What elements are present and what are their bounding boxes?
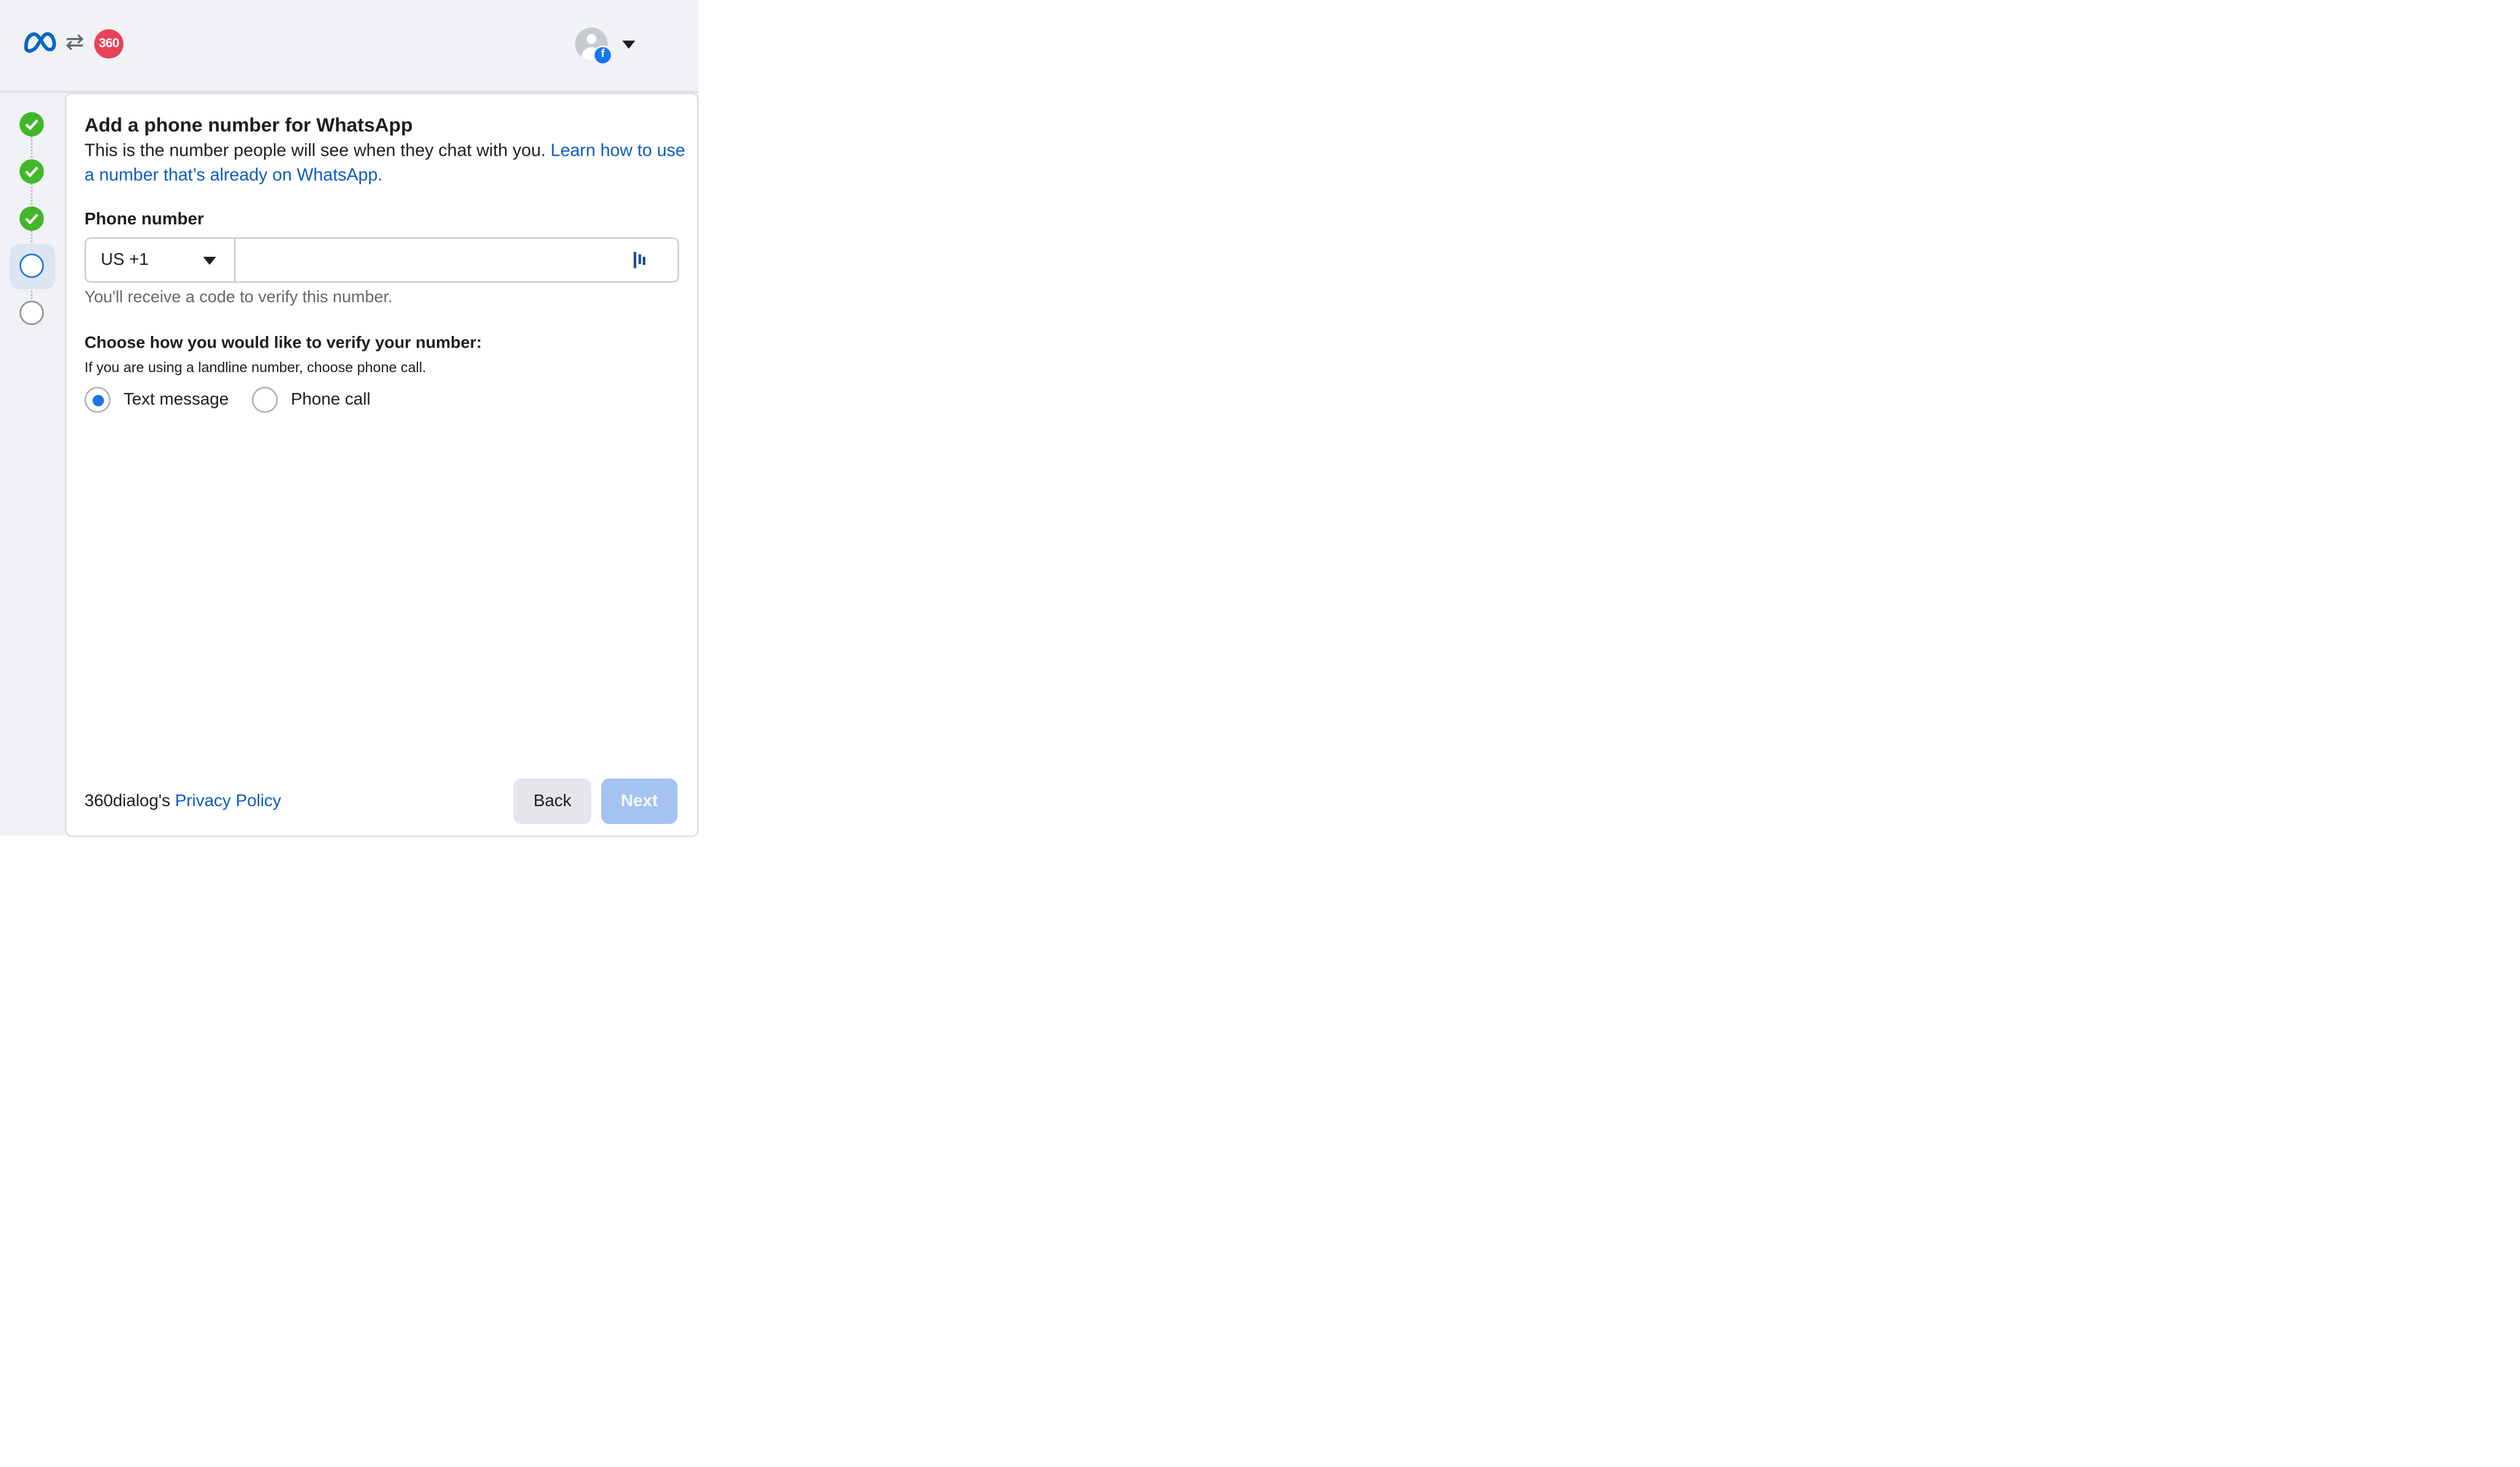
radio-label: Text message xyxy=(123,390,229,410)
check-icon xyxy=(25,213,39,225)
description-text: This is the number people will see when … xyxy=(84,141,551,161)
check-icon xyxy=(25,166,39,178)
chevron-down-icon xyxy=(203,256,216,265)
step-5-pending xyxy=(19,300,44,326)
country-code-select[interactable]: US +1 xyxy=(86,238,236,281)
verify-method-hint: If you are using a landline number, choo… xyxy=(84,359,427,376)
meta-logo-icon xyxy=(24,32,56,53)
next-button[interactable]: Next xyxy=(601,778,678,825)
radio-phone-call[interactable]: Phone call xyxy=(251,386,382,416)
privacy-notice: 360dialog's Privacy Policy xyxy=(85,791,281,811)
chevron-down-icon xyxy=(622,40,636,49)
back-button[interactable]: Back xyxy=(513,778,592,825)
phone-number-field: US +1 xyxy=(84,237,680,283)
country-code-value: US +1 xyxy=(101,250,149,270)
verify-method-radio-group: Text message Phone call xyxy=(84,386,572,416)
check-icon xyxy=(25,119,39,131)
whatsapp-signup-popup: 360 f Add a phone number for WhatsApp Th… xyxy=(0,0,699,837)
radio-text-message[interactable]: Text message xyxy=(84,386,239,416)
description-period: . xyxy=(378,166,383,186)
360dialog-logo: 360 xyxy=(94,29,124,59)
verify-method-label: Choose how you would like to verify your… xyxy=(84,335,482,353)
top-bar: 360 f xyxy=(0,0,699,93)
privacy-policy-link[interactable]: Privacy Policy xyxy=(175,791,281,811)
radio-button[interactable] xyxy=(251,386,278,413)
phone-hint: You'll receive a code to verify this num… xyxy=(84,289,393,308)
radio-label: Phone call xyxy=(290,390,371,410)
account-switcher[interactable]: f xyxy=(575,28,637,66)
page-title: Add a phone number for WhatsApp xyxy=(84,113,413,137)
facebook-badge-icon: f xyxy=(593,45,613,66)
password-manager-icon[interactable] xyxy=(632,250,648,270)
step-3-complete xyxy=(19,206,44,231)
progress-stepper xyxy=(0,93,65,836)
step-connector xyxy=(31,181,33,205)
step-2-complete xyxy=(19,159,44,184)
company-name: 360dialog's xyxy=(84,791,175,811)
swap-icon xyxy=(66,34,84,50)
description: This is the number people will see when … xyxy=(85,140,686,189)
step-connector xyxy=(31,135,33,158)
phone-number-label: Phone number xyxy=(84,210,204,229)
phone-number-input[interactable] xyxy=(235,238,620,281)
phone-number-card: Add a phone number for WhatsApp This is … xyxy=(65,93,699,837)
radio-button-selected[interactable] xyxy=(84,386,111,413)
step-4-current xyxy=(19,253,44,278)
step-1-complete xyxy=(19,112,44,137)
